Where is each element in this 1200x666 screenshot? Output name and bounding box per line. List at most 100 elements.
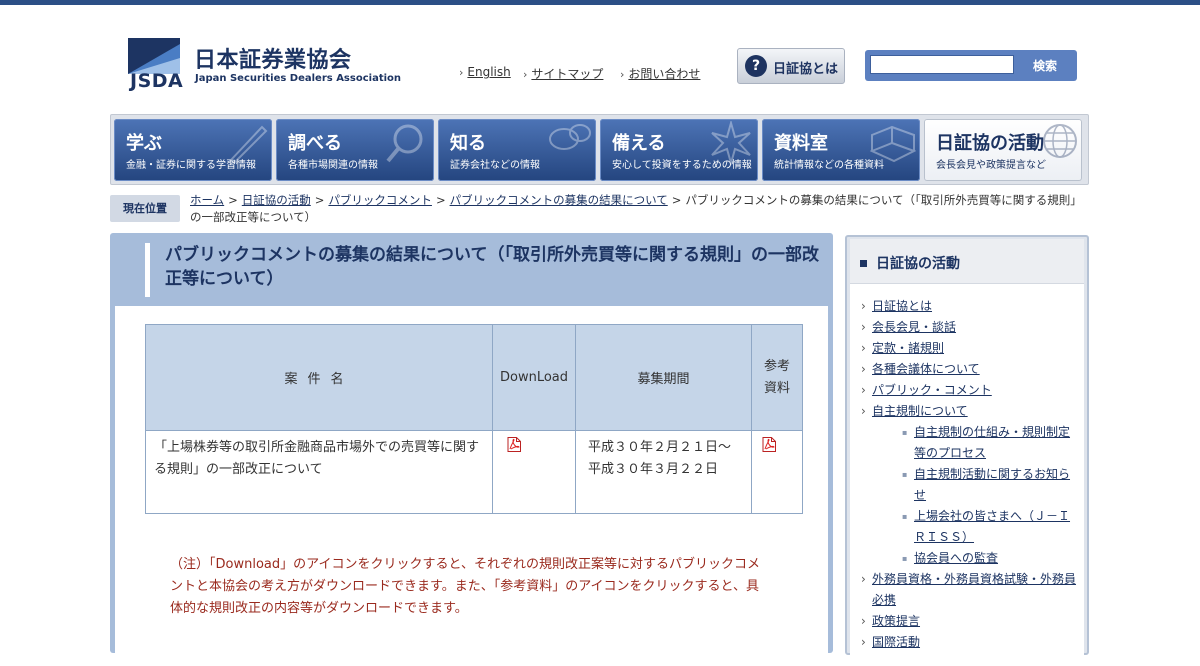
nav-research-title: 調べる xyxy=(288,133,342,154)
nav-learn[interactable]: 学ぶ 金融・証券に関する学習情報 xyxy=(114,119,272,181)
sidebar-title: 日証協の活動 xyxy=(876,256,960,272)
nav-research[interactable]: 調べる 各種市場関連の情報 xyxy=(276,119,434,181)
breadcrumb-public-comment[interactable]: パブリックコメント xyxy=(328,193,432,207)
table-header-row: 案件名 DownLoad 募集期間 参考資料 xyxy=(145,324,803,431)
nav-know[interactable]: 知る 証券会社などの情報 xyxy=(438,119,596,181)
download-note: （注）「Download」のアイコンをクリックすると、それぞれの規則改正案等に対… xyxy=(170,557,760,616)
search-button[interactable]: 検索 xyxy=(1017,53,1073,78)
logo-mark-icon xyxy=(128,38,180,74)
page-title: パブリックコメントの募集の結果について（「取引所外売買等に関する規則」の一部改正… xyxy=(165,245,819,289)
header-period: 募集期間 xyxy=(575,324,752,431)
top-accent-bar xyxy=(0,0,1200,5)
header-reference: 参考資料 xyxy=(751,324,803,431)
sidebar-header: 日証協の活動 xyxy=(850,239,1084,284)
global-nav: 学ぶ 金融・証券に関する学習情報 調べる 各種市場関連の情報 知る 証券会社など… xyxy=(110,114,1089,185)
about-jsda-button[interactable]: ? 日証協とは xyxy=(737,48,845,84)
sidebar-menu: 日証協とは 会長会見・談話 定款・諸規則 各種会議体について パブリック・コメン… xyxy=(858,296,1080,653)
magnifier-icon xyxy=(386,124,423,163)
nav-know-title: 知る xyxy=(450,133,486,154)
sidebar-item: 会長会見・談話 xyxy=(858,317,1080,338)
sidebar-subitem: 自主規制の仕組み・規則制定等のプロセス xyxy=(900,422,1080,464)
sidebar-subitem-process[interactable]: 自主規制の仕組み・規則制定等のプロセス xyxy=(914,425,1070,460)
nav-activities-title: 日証協の活動 xyxy=(936,133,1044,154)
breadcrumb-home[interactable]: ホーム xyxy=(190,193,224,207)
square-bullet-icon xyxy=(860,260,867,267)
english-link[interactable]: › English xyxy=(459,65,511,79)
chevron-right-icon: › xyxy=(523,68,528,81)
row-download-cell xyxy=(492,430,576,514)
row-period: 平成３０年２月２１日～平成３０年３月２２日 xyxy=(575,430,752,514)
sidebar-item-international[interactable]: 国際活動 xyxy=(872,635,920,649)
sidebar-item: 定款・諸規則 xyxy=(858,338,1080,359)
main-panel: パブリックコメントの募集の結果について（「取引所外売買等に関する規則」の一部改正… xyxy=(110,233,833,666)
sidebar: 日証協の活動 日証協とは 会長会見・談話 定款・諸規則 各種会議体について パブ… xyxy=(845,235,1089,664)
public-comment-table: 案件名 DownLoad 募集期間 参考資料 「上場株券等の取引所金融商品市場外… xyxy=(145,324,803,514)
search-box: 検索 xyxy=(865,50,1077,81)
breadcrumb-activities[interactable]: 日証協の活動 xyxy=(242,193,311,207)
sidebar-submenu: 自主規制の仕組み・規則制定等のプロセス 自主規制活動に関するお知らせ 上場会社の… xyxy=(872,422,1080,569)
contact-link-label: お問い合わせ xyxy=(628,67,701,81)
nav-learn-sub: 金融・証券に関する学習情報 xyxy=(126,160,256,171)
main-header: パブリックコメントの募集の結果について（「取引所外売買等に関する規則」の一部改正… xyxy=(145,243,825,297)
sidebar-item-policy[interactable]: 政策提言 xyxy=(872,614,920,628)
row-case-name: 「上場株券等の取引所金融商品市場外での売買等に関する規則」の一部改正について xyxy=(145,430,493,514)
sidebar-subitem: 上場会社の皆さまへ（Ｊ－ＩＲＩＳＳ） xyxy=(900,506,1080,548)
sidebar-item: 日証協とは xyxy=(858,296,1080,317)
sidebar-body: 日証協とは 会長会見・談話 定款・諸規則 各種会議体について パブリック・コメン… xyxy=(850,284,1084,664)
search-input[interactable] xyxy=(870,55,1014,74)
breadcrumb-separator: > xyxy=(228,193,238,207)
question-icon: ? xyxy=(745,55,767,77)
pdf-icon[interactable] xyxy=(507,437,521,452)
nav-prepare-sub: 安心して投資をするための情報 xyxy=(612,160,752,171)
about-jsda-label: 日証協とは xyxy=(773,62,839,77)
header-download: DownLoad xyxy=(492,324,576,431)
nav-research-sub: 各種市場関連の情報 xyxy=(288,160,378,171)
nav-library-title: 資料室 xyxy=(774,133,828,154)
main-body: 案件名 DownLoad 募集期間 参考資料 「上場株券等の取引所金融商品市場外… xyxy=(115,306,828,666)
sidebar-item: 政策提言 xyxy=(858,611,1080,632)
nav-learn-title: 学ぶ xyxy=(126,133,162,154)
sidebar-item-about[interactable]: 日証協とは xyxy=(872,299,932,313)
nav-library[interactable]: 資料室 統計情報などの各種資料 xyxy=(762,119,920,181)
sidebar-subitem-audit[interactable]: 協会員への監査 xyxy=(914,551,998,565)
chevron-right-icon: › xyxy=(459,66,464,79)
sidebar-item-public-comment[interactable]: パブリック・コメント xyxy=(872,383,992,397)
row-reference-cell xyxy=(751,430,803,514)
nav-prepare-title: 備える xyxy=(612,133,666,154)
pdf-icon[interactable] xyxy=(762,437,776,452)
nav-library-sub: 統計情報などの各種資料 xyxy=(774,160,884,171)
breadcrumb: ホーム > 日証協の活動 > パブリックコメント > パブリックコメントの募集の結果について… xyxy=(190,192,1090,226)
header-case-name: 案件名 xyxy=(145,324,493,431)
sidebar-item: 各種会議体について xyxy=(858,359,1080,380)
sidebar-item-qualification[interactable]: 外務員資格・外務員資格試験・外務員必携 xyxy=(872,572,1076,607)
sidebar-subitem: 自主規制活動に関するお知らせ xyxy=(900,464,1080,506)
sidebar-subitem-news[interactable]: 自主規制活動に関するお知らせ xyxy=(914,467,1070,502)
sidebar-subitem: 協会員への監査 xyxy=(900,548,1080,569)
nav-know-sub: 証券会社などの情報 xyxy=(450,160,540,171)
jsda-logo[interactable]: JSDA 日本証券業協会 Japan Securities Dealers As… xyxy=(128,38,401,92)
sidebar-item: パブリック・コメント xyxy=(858,380,1080,401)
sidebar-item-committees[interactable]: 各種会議体について xyxy=(872,362,980,376)
logo-name-en: Japan Securities Dealers Association xyxy=(195,73,402,84)
speech-bubble-icon xyxy=(549,124,591,150)
table-row: 「上場株券等の取引所金融商品市場外での売買等に関する規則」の一部改正について 平… xyxy=(145,430,803,514)
sidebar-item: 国際活動 xyxy=(858,632,1080,653)
logo-name-ja: 日本証券業協会 xyxy=(194,48,352,73)
sitemap-link-label: サイトマップ xyxy=(531,67,604,81)
sitemap-link[interactable]: › サイトマップ xyxy=(523,65,603,82)
nav-activities[interactable]: 日証協の活動 会長会見や政策提言など xyxy=(924,119,1082,181)
english-link-label: English xyxy=(467,65,511,79)
breadcrumb-results[interactable]: パブリックコメントの募集の結果について xyxy=(450,193,668,207)
breadcrumb-separator: > xyxy=(435,193,446,207)
sidebar-item-rules[interactable]: 定款・諸規則 xyxy=(872,341,944,355)
logo-abbr: JSDA xyxy=(130,70,184,92)
nav-activities-sub: 会長会見や政策提言など xyxy=(936,160,1046,171)
sidebar-item-press[interactable]: 会長会見・談話 xyxy=(872,320,956,334)
sidebar-subitem-jiriss[interactable]: 上場会社の皆さまへ（Ｊ－ＩＲＩＳＳ） xyxy=(914,509,1070,544)
contact-link[interactable]: › お問い合わせ xyxy=(620,65,700,82)
breadcrumb-separator: > xyxy=(314,193,325,207)
chevron-right-icon: › xyxy=(620,68,625,81)
sidebar-item-self-regulation[interactable]: 自主規制について xyxy=(872,404,968,418)
nav-prepare[interactable]: 備える 安心して投資をするための情報 xyxy=(600,119,758,181)
breadcrumb-separator: > xyxy=(671,193,682,207)
